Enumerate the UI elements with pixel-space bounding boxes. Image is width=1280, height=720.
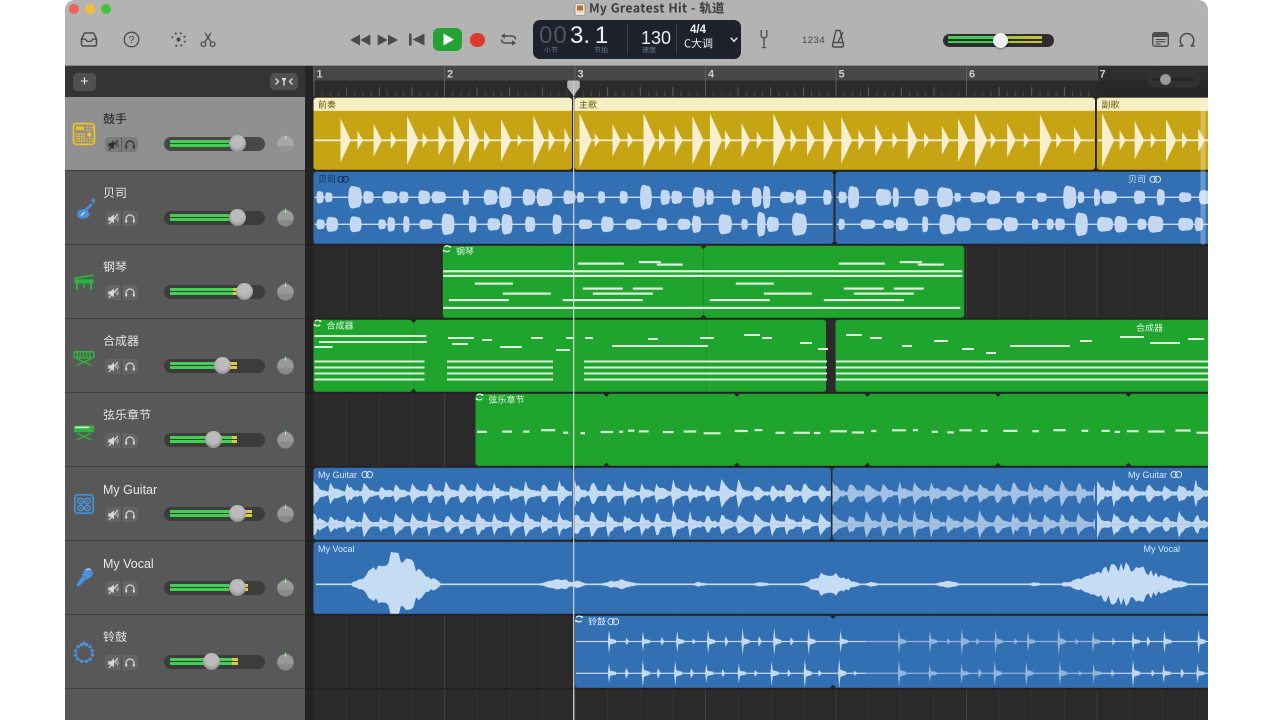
svg-text:My Vocal: My Vocal	[1143, 544, 1180, 554]
svg-text:2: 2	[447, 69, 453, 81]
svg-text:My Guitar: My Guitar	[318, 470, 357, 480]
svg-text:6: 6	[969, 69, 975, 81]
svg-text:5: 5	[839, 69, 845, 81]
svg-text:1: 1	[317, 69, 323, 81]
svg-text:My Guitar: My Guitar	[1128, 470, 1167, 480]
svg-text:7: 7	[1100, 69, 1106, 81]
svg-text:3: 3	[578, 69, 584, 81]
svg-text:My Vocal: My Vocal	[318, 544, 355, 554]
svg-text:4: 4	[708, 69, 715, 81]
svg-text:?: ?	[129, 34, 135, 46]
